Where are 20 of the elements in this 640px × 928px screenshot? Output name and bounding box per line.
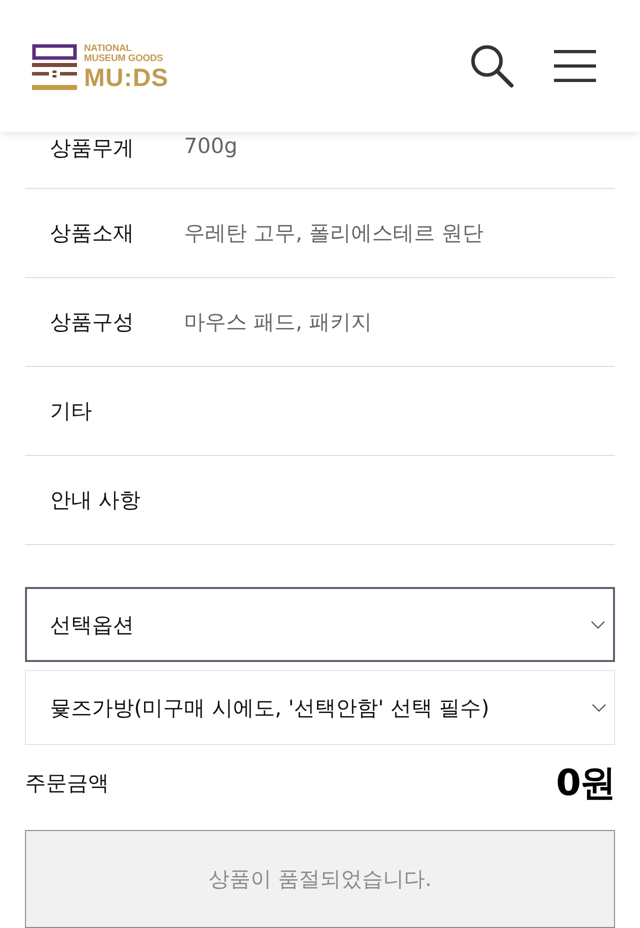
detail-value: 우레탄 고무, 폴리에스테르 원단 (184, 220, 484, 247)
detail-value: 700g (184, 134, 238, 158)
search-icon[interactable] (470, 44, 514, 88)
logo-wordmark: MU:DS (84, 64, 168, 90)
logo-icon[interactable] (32, 44, 77, 90)
detail-value: 마우스 패드, 패키지 (184, 309, 372, 336)
menu-icon[interactable] (554, 50, 596, 82)
chevron-icon (592, 704, 606, 712)
chevron-icon (591, 620, 605, 628)
detail-label: 상품소재 (49, 220, 135, 247)
detail-label: 기타 (49, 398, 93, 425)
option-select[interactable]: 뮻즈가방(미구매 시에도, '선택안함' 선택 필수) (25, 670, 615, 745)
logo-subtitle: NATIONAL (84, 44, 133, 54)
logo-subtitle: MUSEUM GOODS (84, 54, 164, 64)
detail-label: 안내 사항 (49, 487, 142, 514)
order-total-label: 주문금액 (25, 770, 109, 797)
order-total-amount: 0원 (556, 762, 615, 806)
detail-label: 상품무게 (49, 135, 135, 162)
option-select[interactable]: 선택옵션 (25, 587, 615, 662)
detail-label: 상품구성 (49, 309, 135, 336)
